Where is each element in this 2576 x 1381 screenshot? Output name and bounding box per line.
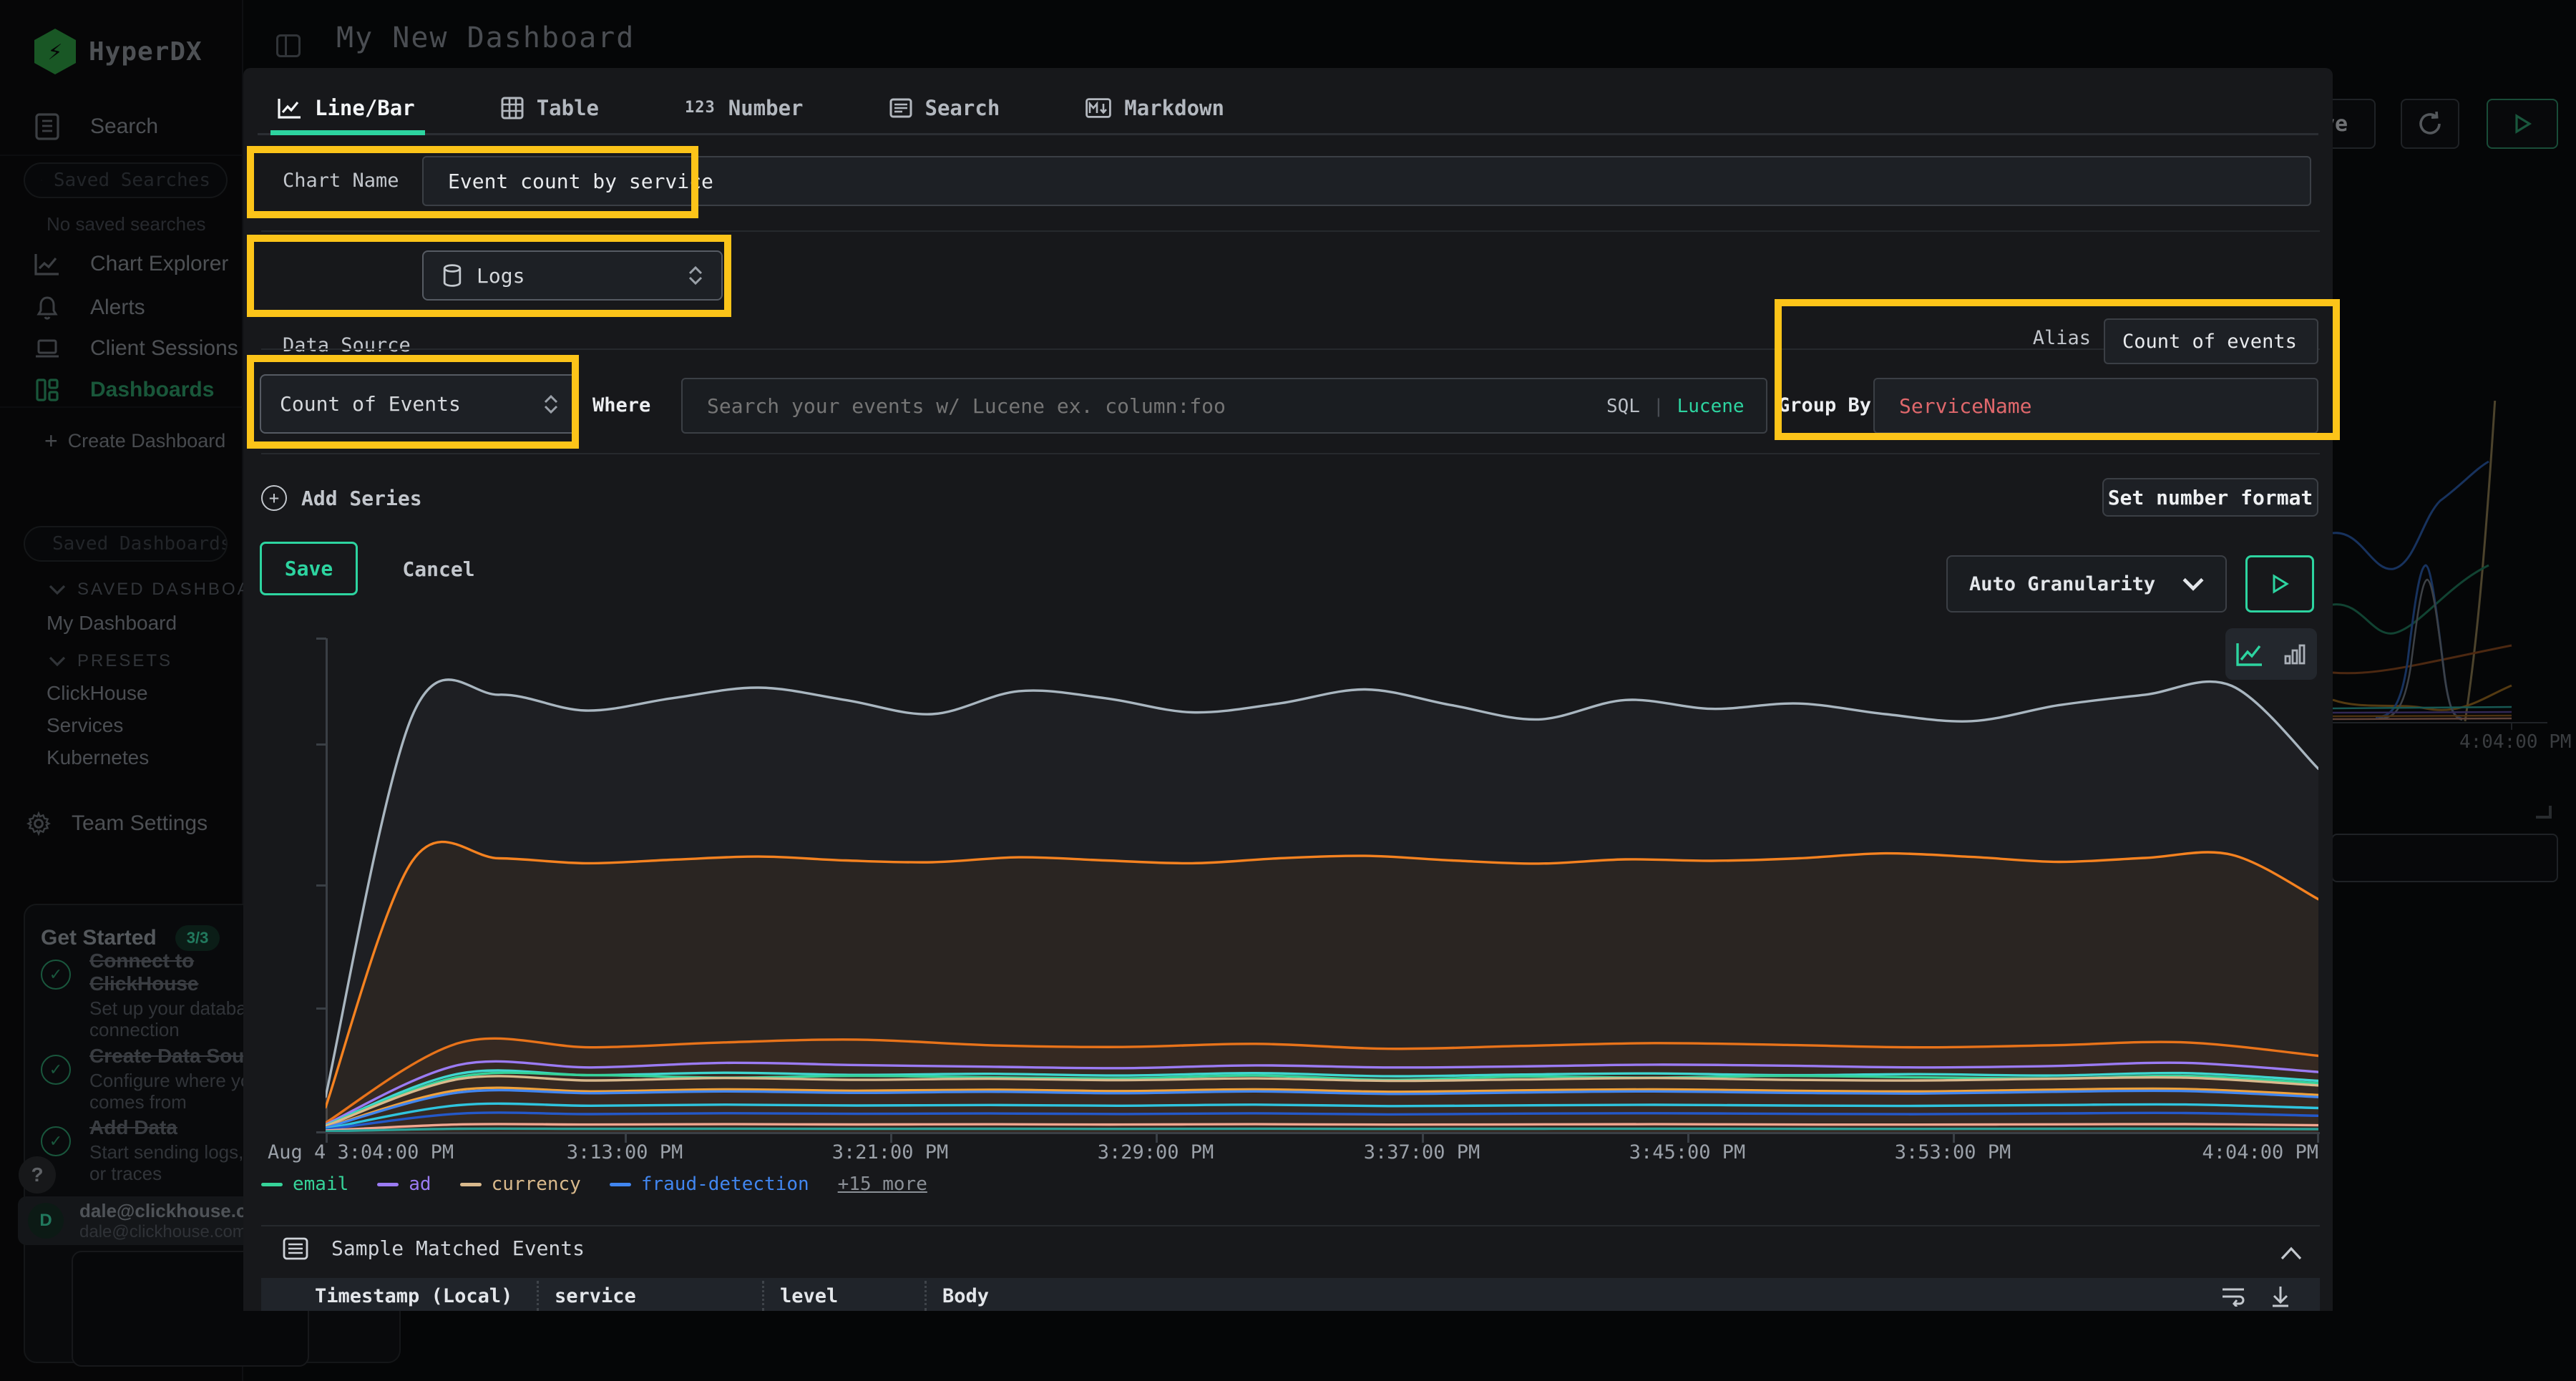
divider: [261, 1225, 2320, 1226]
tab-label: Markdown: [1124, 96, 1224, 120]
granularity-value: Auto Granularity: [1969, 573, 2155, 595]
x-tick-label: 3:37:00 PM: [1364, 1141, 1480, 1163]
wrap-text-icon[interactable]: [2221, 1285, 2245, 1307]
number-123-icon: 123: [685, 99, 716, 117]
legend-dash: [261, 1183, 283, 1186]
tab-line-bar[interactable]: Line/Bar: [278, 82, 415, 133]
tab-markdown[interactable]: Markdown: [1085, 82, 1224, 133]
collapse-chevron-icon[interactable]: [2279, 1246, 2303, 1262]
legend-dash: [610, 1183, 631, 1186]
x-tick-label: 3:21:00 PM: [832, 1141, 949, 1163]
column-header-body[interactable]: Body: [942, 1285, 989, 1307]
legend-item-ad[interactable]: ad: [377, 1173, 431, 1195]
app-root: ⚡ HyperDX Search Saved Searches No saved…: [0, 0, 2576, 1381]
legend-item-fraud-detection[interactable]: fraud-detection: [610, 1173, 809, 1195]
list-doc-icon: [889, 97, 912, 119]
legend-item-email[interactable]: email: [261, 1173, 348, 1195]
legend-item-currency[interactable]: currency: [460, 1173, 581, 1195]
chart-name-input[interactable]: [422, 156, 2311, 206]
table-icon: [501, 97, 524, 119]
column-header-level[interactable]: level: [780, 1285, 838, 1307]
tab-label: Line/Bar: [315, 96, 415, 120]
chevron-down-icon: [2182, 577, 2204, 591]
x-tick-label: 3:53:00 PM: [1895, 1141, 2011, 1163]
column-header-service[interactable]: service: [555, 1285, 636, 1307]
lucene-toggle[interactable]: Lucene: [1677, 396, 1745, 417]
highlight-box-chart-name: [247, 146, 698, 218]
where-input[interactable]: [681, 378, 1767, 434]
legend-dash: [460, 1183, 482, 1186]
save-button[interactable]: Save: [260, 542, 358, 595]
sample-events-table-header: Timestamp (Local) service level Body: [261, 1278, 2320, 1311]
x-tick-label: 3:13:00 PM: [567, 1141, 683, 1163]
cancel-button[interactable]: Cancel: [378, 547, 499, 590]
list-icon: [283, 1237, 308, 1260]
legend-more-link[interactable]: +15 more: [838, 1173, 927, 1195]
tab-label: Table: [537, 96, 599, 120]
column-separator[interactable]: [762, 1281, 764, 1311]
add-series-label: Add Series: [301, 487, 422, 510]
sql-toggle[interactable]: SQL: [1606, 396, 1640, 417]
play-icon: [2269, 573, 2290, 595]
x-tick-label: 4:04:00 PM: [2202, 1141, 2318, 1163]
run-chart-button[interactable]: [2245, 555, 2314, 613]
tab-table[interactable]: Table: [501, 82, 599, 133]
granularity-select[interactable]: Auto Granularity: [1946, 555, 2227, 613]
highlight-box-alias-group-by: [1775, 299, 2340, 440]
event-count-chart[interactable]: [326, 638, 2318, 1132]
tab-number[interactable]: 123 Number: [685, 82, 804, 133]
plus-circle-icon: +: [261, 485, 287, 511]
tab-search[interactable]: Search: [889, 82, 1000, 133]
legend-dash: [377, 1183, 399, 1186]
download-icon[interactable]: [2270, 1285, 2291, 1308]
sample-events-header[interactable]: Sample Matched Events: [283, 1236, 585, 1260]
data-source-label: Data Source: [283, 334, 411, 356]
tab-label: Number: [728, 96, 804, 120]
column-separator[interactable]: [924, 1281, 927, 1311]
sample-events-title: Sample Matched Events: [331, 1236, 585, 1260]
column-separator[interactable]: [537, 1281, 539, 1311]
set-number-format-button[interactable]: Set number format: [2102, 478, 2318, 517]
line-chart-icon: [278, 97, 302, 119]
toggle-separator: |: [1653, 396, 1664, 417]
markdown-icon: [1085, 98, 1111, 118]
x-tick-label: Aug 4 3:04:00 PM: [268, 1141, 454, 1163]
highlight-box-data-source: [247, 235, 731, 317]
tab-label: Search: [925, 96, 1000, 120]
column-header-timestamp[interactable]: Timestamp (Local): [315, 1285, 512, 1307]
add-series-button[interactable]: + Add Series: [261, 485, 422, 511]
x-tick-label: 3:45:00 PM: [1629, 1141, 1746, 1163]
query-language-toggle: SQL | Lucene: [1606, 396, 1745, 417]
chart-type-tabs: Line/Bar Table 123 Number Search: [258, 82, 2318, 135]
x-tick-label: 3:29:00 PM: [1098, 1141, 1214, 1163]
divider: [261, 453, 2320, 454]
where-label: Where: [592, 394, 650, 416]
chart-legend: email ad currency fraud-detection +15 mo…: [261, 1173, 927, 1195]
divider: [261, 230, 2320, 232]
highlight-box-aggregation: [247, 355, 579, 449]
